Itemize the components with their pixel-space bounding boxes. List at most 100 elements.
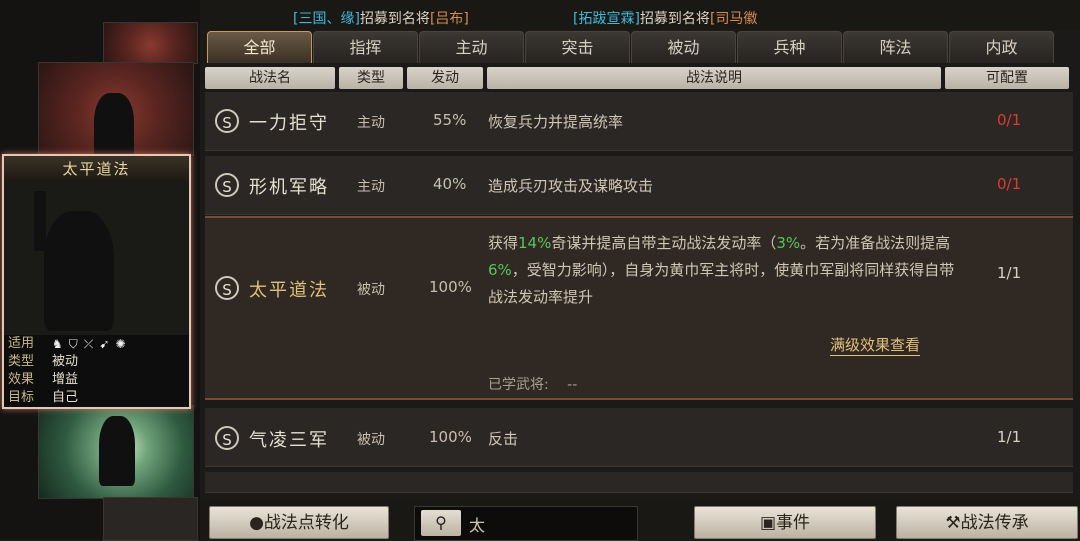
tactic-name: 气凌三军 — [249, 430, 329, 451]
search-input[interactable] — [467, 510, 631, 538]
banner-msg2-player: [拓跋宣霖] — [573, 11, 640, 27]
recruit-banner: [三国、缘]招募到名将[吕布] [拓跋宣霖]招募到名将[司马徽 — [200, 0, 1080, 30]
tactic-name: 太平道法 — [249, 280, 329, 301]
inherit-tactic-button[interactable]: ⚒战法传承 — [896, 506, 1078, 539]
effect-value: 增益 — [52, 372, 79, 387]
table-row-expanded[interactable]: S 太平道法 被动 100% 获得14%奇谋并提高自带主动战法发动率（3%。若为… — [205, 216, 1073, 400]
col-header-config[interactable]: 可配置 — [945, 67, 1069, 89]
tactic-card-bottom-partial[interactable] — [103, 497, 198, 541]
desc-part: 奇谋并提高自带主动战法发动率（ — [551, 234, 777, 252]
cavalry-icon: ♞ — [52, 337, 63, 351]
tactic-table: S 一力拒守 主动 55% 恢复兵力并提高统率 0/1 S 形机军略 主动 40… — [205, 92, 1073, 493]
tactic-type: 主动 — [357, 115, 385, 131]
selected-card-title: 太平道法 — [4, 156, 189, 182]
tactic-config: 1/1 — [997, 428, 1022, 446]
tactic-rate: 55% — [433, 111, 467, 129]
col-header-rate[interactable]: 发动 — [407, 67, 483, 89]
table-row-partial[interactable] — [205, 472, 1073, 493]
tactic-type: 主动 — [357, 179, 385, 195]
full-effect-link[interactable]: 满级效果查看 — [830, 334, 921, 356]
learned-label: 已学武将: — [488, 377, 549, 393]
siege-icon: ✺ — [115, 337, 126, 351]
desc-highlight: 14% — [518, 234, 552, 252]
selected-card-info: 适用 ♞ ⛉ ⤫ ➹ ✺ 类型 被动 效果 增益 目标 自己 — [4, 335, 189, 407]
grade-badge: S — [215, 109, 239, 133]
event-button[interactable]: ▣事件 — [694, 506, 876, 539]
convert-points-label: 战法点转化 — [263, 513, 349, 533]
tactic-desc: 恢复兵力并提高统率 — [488, 113, 624, 131]
tactic-rate: 100% — [429, 428, 472, 446]
desc-part: 获得 — [488, 234, 519, 252]
banner-msg2-general: [司马徽 — [709, 11, 758, 27]
tactic-card-strip: 太平道法 适用 ♞ ⛉ ⤫ ➹ ✺ 类型 被动 效果 增益 目标 自己 — [0, 0, 200, 541]
search-box: ⚲ — [414, 506, 638, 541]
convert-points-button[interactable]: ●战法点转化 — [209, 506, 389, 539]
tactic-config: 0/1 — [997, 111, 1022, 129]
desc-highlight: 3% — [776, 234, 801, 252]
tactic-rate: 100% — [429, 278, 472, 296]
event-label: 事件 — [776, 513, 811, 533]
tab-troop-type[interactable]: 兵种 — [737, 31, 842, 63]
tactic-type: 被动 — [357, 282, 385, 298]
banner-msg1-text: 招募到名将 — [359, 11, 430, 27]
table-header: 战法名 类型 发动 战法说明 可配置 — [205, 67, 1073, 89]
learned-generals: 已学武将: -- — [488, 374, 577, 394]
desc-part: 。若为准备战法则提高 — [800, 234, 951, 252]
learned-value: -- — [567, 377, 578, 393]
banner-message-2: [拓跋宣霖]招募到名将[司马徽 — [573, 8, 757, 28]
tactic-rate: 40% — [433, 175, 467, 193]
tab-formation[interactable]: 阵法 — [843, 31, 948, 63]
banner-msg1-player: [三国、缘] — [293, 11, 360, 27]
grade-badge: S — [215, 276, 239, 300]
tactic-config: 0/1 — [997, 175, 1022, 193]
selected-tactic-card[interactable]: 太平道法 适用 ♞ ⛉ ⤫ ➹ ✺ 类型 被动 效果 增益 目标 自己 — [2, 154, 191, 409]
col-header-name[interactable]: 战法名 — [205, 67, 335, 89]
tactic-desc: 造成兵刃攻击及谋略攻击 — [488, 177, 654, 195]
col-header-desc: 战法说明 — [487, 67, 941, 89]
tactic-card-top-partial[interactable] — [103, 22, 198, 64]
tab-command[interactable]: 指挥 — [313, 31, 418, 63]
tactic-config: 1/1 — [997, 264, 1022, 282]
tab-assault[interactable]: 突击 — [525, 31, 630, 63]
shield-icon: ⛉ — [68, 337, 78, 351]
adapt-label: 适用 — [8, 336, 35, 351]
banner-silhouette — [34, 191, 46, 251]
adapt-icons: ♞ ⛉ ⤫ ➹ ✺ — [52, 335, 126, 353]
hammer-icon: ⚒ — [945, 513, 961, 533]
flame-icon: ● — [249, 513, 264, 533]
effect-label: 效果 — [8, 372, 35, 387]
table-row[interactable]: S 一力拒守 主动 55% 恢复兵力并提高统率 0/1 — [205, 92, 1073, 151]
target-value: 自己 — [52, 390, 79, 405]
tactic-long-desc: 获得14%奇谋并提高自带主动战法发动率（3%。若为准备战法则提高 6%，受智力影响… — [488, 230, 958, 311]
tab-internal-affairs[interactable]: 内政 — [949, 31, 1054, 63]
table-row[interactable]: S 形机军略 主动 40% 造成兵刃攻击及谋略攻击 0/1 — [205, 156, 1073, 215]
alert-icon: ▣ — [759, 513, 777, 533]
banner-msg1-general: [吕布] — [429, 11, 469, 27]
type-value: 被动 — [52, 354, 79, 369]
general-silhouette — [44, 211, 114, 331]
tactic-card-prev[interactable] — [38, 62, 194, 156]
banner-msg2-text: 招募到名将 — [639, 11, 710, 27]
tactic-name: 一力拒守 — [249, 113, 329, 134]
inherit-label: 战法传承 — [960, 513, 1029, 533]
tactic-type: 被动 — [357, 432, 385, 448]
tab-all[interactable]: 全部 — [207, 31, 312, 63]
desc-part: ，受智力影响），自身为黄巾军主将时，使黄巾军副将同样获得自带战法发动率提升 — [488, 261, 955, 306]
target-label: 目标 — [8, 390, 35, 405]
grade-badge: S — [215, 173, 239, 197]
tactic-card-next[interactable] — [38, 405, 194, 499]
tactic-category-tabs: 全部 指挥 主动 突击 被动 兵种 阵法 内政 — [207, 31, 1073, 65]
type-label: 类型 — [8, 354, 35, 369]
spear-icon: ➹ — [99, 337, 110, 351]
search-icon[interactable]: ⚲ — [421, 510, 461, 536]
archer-icon: ⤫ — [83, 337, 94, 351]
tab-active[interactable]: 主动 — [419, 31, 524, 63]
col-header-type[interactable]: 类型 — [339, 67, 403, 89]
tab-passive[interactable]: 被动 — [631, 31, 736, 63]
tactic-desc: 反击 — [488, 430, 519, 448]
grade-badge: S — [215, 426, 239, 450]
tactic-name: 形机军略 — [249, 177, 329, 198]
banner-message-1: [三国、缘]招募到名将[吕布] — [293, 8, 469, 28]
bottom-toolbar: ●战法点转化 ⚲ ▣事件 ⚒战法传承 — [200, 500, 1080, 541]
table-row[interactable]: S 气凌三军 被动 100% 反击 1/1 — [205, 408, 1073, 467]
